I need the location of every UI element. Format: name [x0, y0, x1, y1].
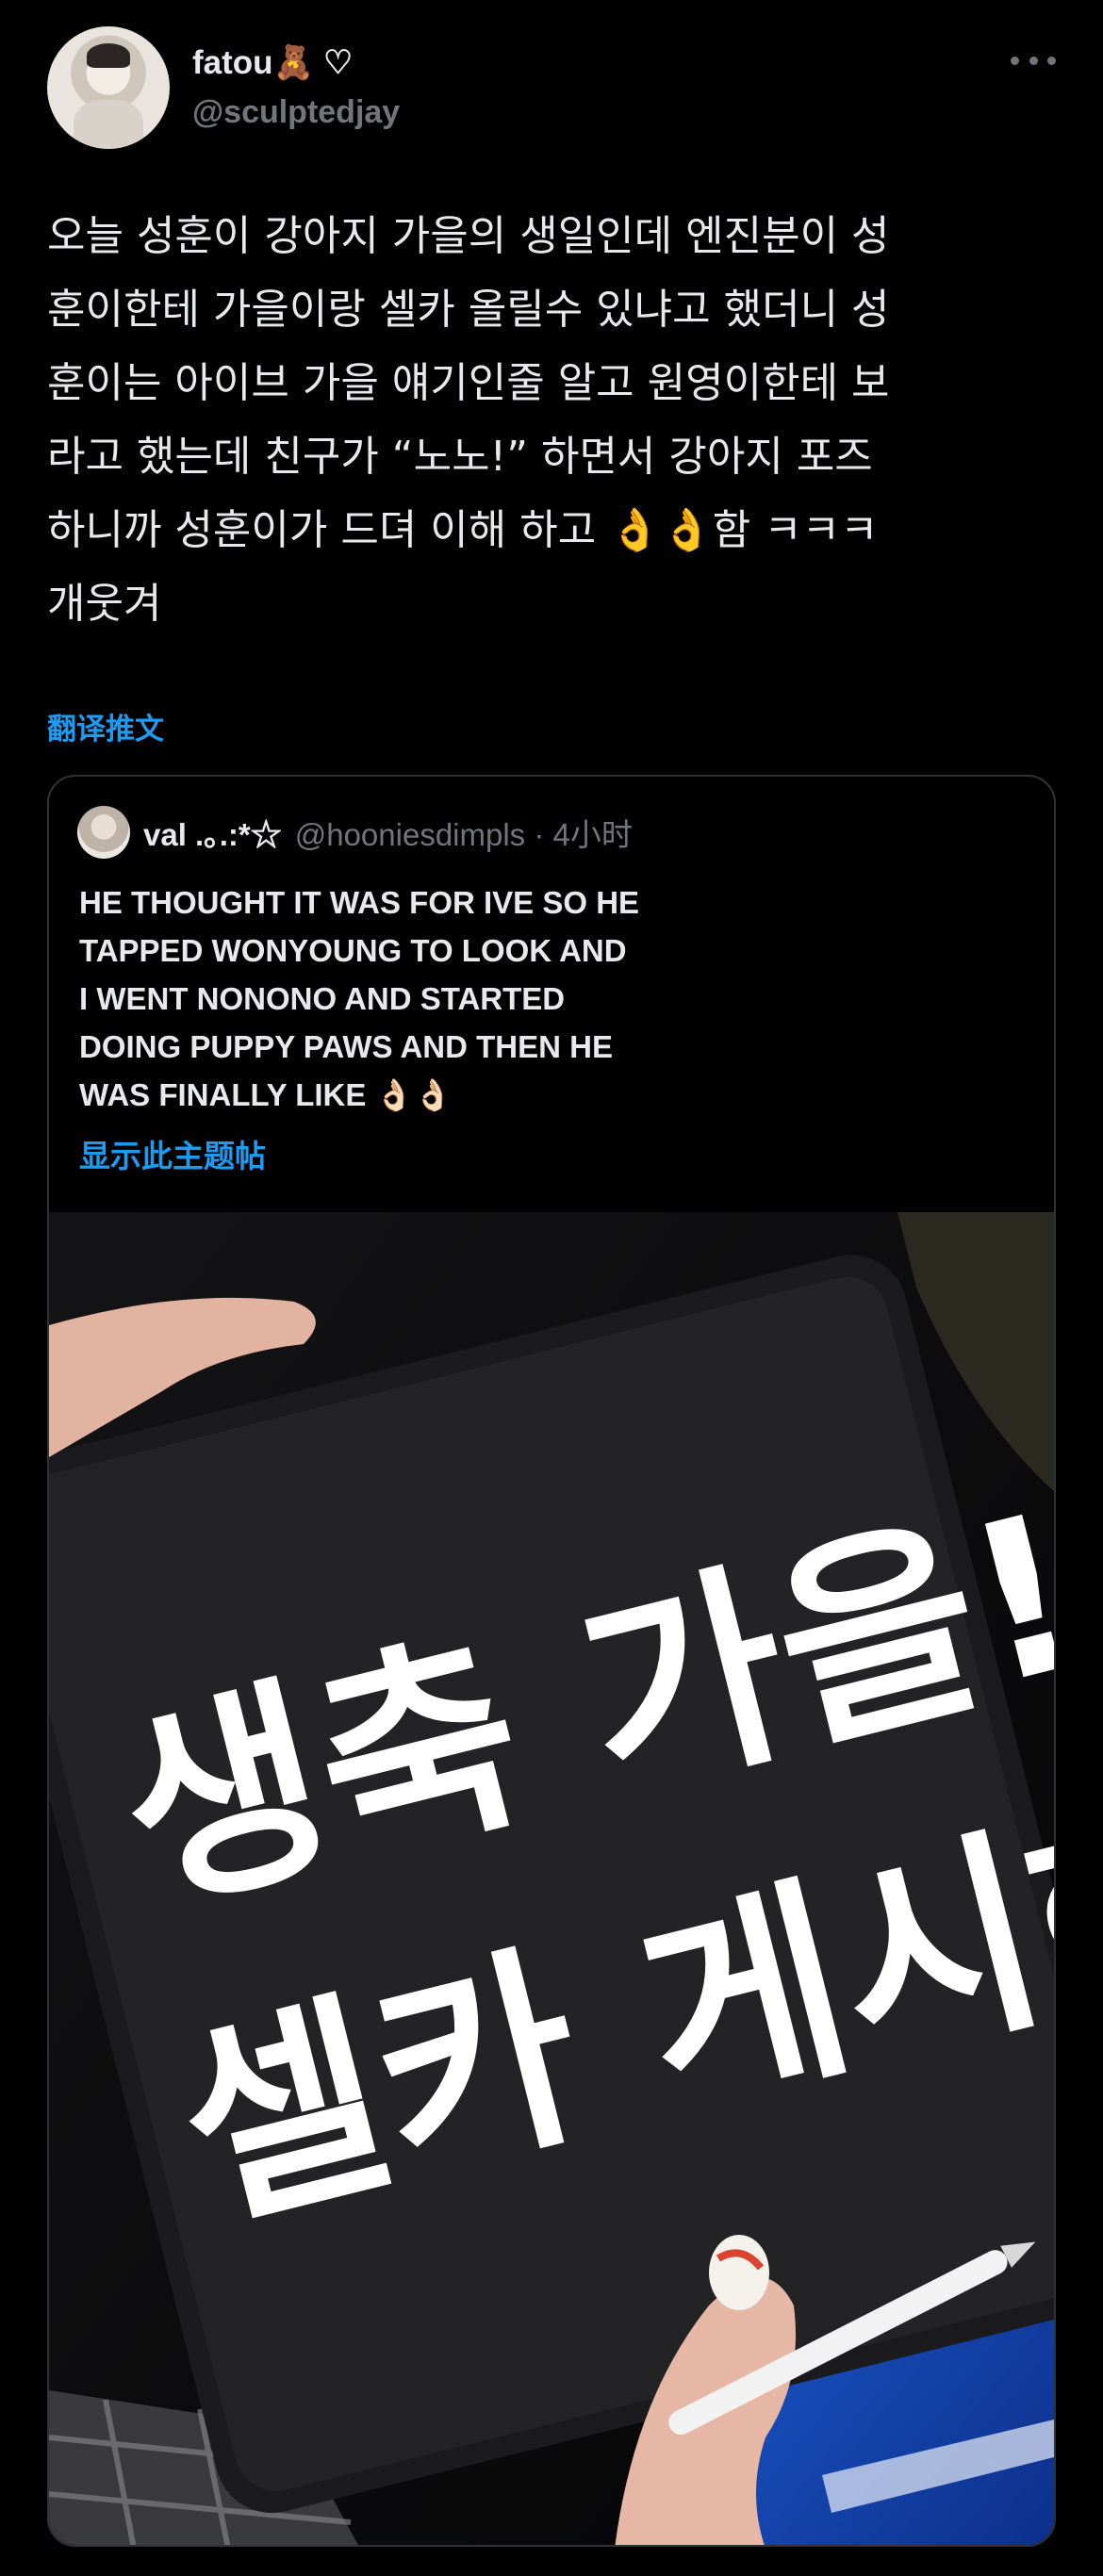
tweet-header: fatou🧸 ♡ @sculptedjay — [47, 26, 1056, 149]
show-thread-link[interactable]: 显示此主题帖 — [79, 1131, 266, 1176]
quoted-tweet-photo[interactable]: 생축 가을! 셀카 게시해? — [49, 1212, 1054, 2545]
author-handle[interactable]: @sculptedjay — [192, 94, 400, 131]
more-horizontal-icon[interactable] — [1011, 51, 1056, 70]
tweet-text: 오늘 성훈이 강아지 가을의 생일인데 엔진분이 성 훈이한테 가을이랑 셀카 … — [47, 212, 890, 628]
quoted-tweet[interactable]: val .｡.:*☆ @hooniesdimpls · 4小时 HE THOUG… — [47, 775, 1056, 2547]
quoted-author-display-name: val .｡.:*☆ — [143, 817, 282, 852]
quoted-author-handle-time: @hooniesdimpls · 4小时 — [294, 817, 633, 852]
quoted-tweet-text: HE THOUGHT IT WAS FOR IVE SO HE TAPPED W… — [79, 885, 640, 1112]
photo-illustration: 생축 가을! 셀카 게시해? — [49, 1212, 1054, 2545]
author-avatar[interactable] — [47, 26, 170, 149]
quoted-author-avatar — [77, 806, 130, 859]
translate-tweet-link[interactable]: 翻译推文 — [47, 705, 164, 747]
author-name-row[interactable]: fatou🧸 ♡ — [192, 43, 353, 82]
author-display-name[interactable]: fatou🧸 ♡ — [192, 43, 353, 82]
quoted-tweet-header: val .｡.:*☆ @hooniesdimpls · 4小时 — [77, 806, 633, 859]
